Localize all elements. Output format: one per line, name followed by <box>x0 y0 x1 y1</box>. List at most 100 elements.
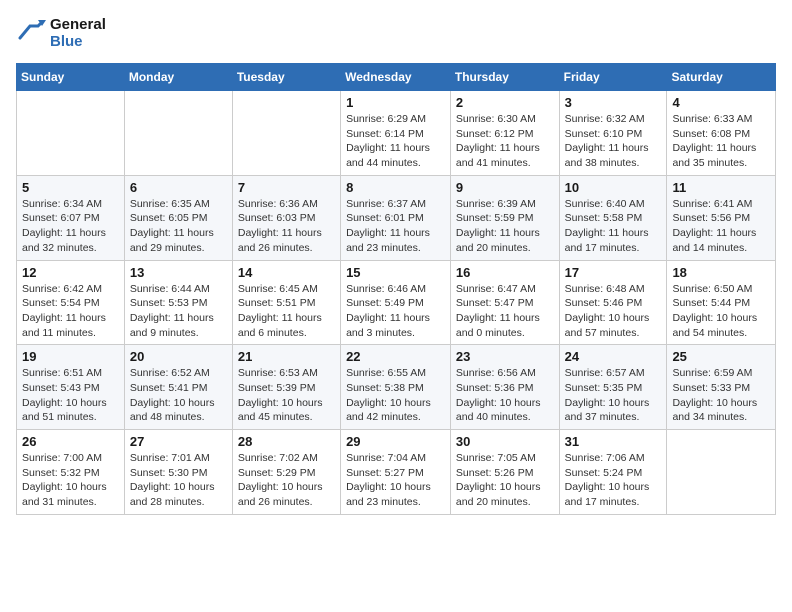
day-info: Sunrise: 7:01 AM Sunset: 5:30 PM Dayligh… <box>130 451 227 510</box>
header-friday: Friday <box>559 64 667 91</box>
header-saturday: Saturday <box>667 64 776 91</box>
day-info: Sunrise: 7:02 AM Sunset: 5:29 PM Dayligh… <box>238 451 335 510</box>
day-number: 25 <box>672 349 770 364</box>
day-info: Sunrise: 6:30 AM Sunset: 6:12 PM Dayligh… <box>456 112 554 171</box>
day-number: 26 <box>22 434 119 449</box>
calendar-cell: 26 Sunrise: 7:00 AM Sunset: 5:32 PM Dayli… <box>17 430 125 515</box>
logo-blue: Blue <box>50 34 106 51</box>
calendar-week-3: 12 Sunrise: 6:42 AM Sunset: 5:54 PM Dayli… <box>17 260 776 345</box>
day-number: 13 <box>130 265 227 280</box>
day-number: 17 <box>565 265 662 280</box>
day-info: Sunrise: 6:36 AM Sunset: 6:03 PM Dayligh… <box>238 197 335 256</box>
calendar-cell: 2 Sunrise: 6:30 AM Sunset: 6:12 PM Daylig… <box>450 91 559 176</box>
calendar-table: SundayMondayTuesdayWednesdayThursdayFrid… <box>16 63 776 515</box>
day-info: Sunrise: 7:05 AM Sunset: 5:26 PM Dayligh… <box>456 451 554 510</box>
day-info: Sunrise: 6:45 AM Sunset: 5:51 PM Dayligh… <box>238 282 335 341</box>
calendar-cell: 23 Sunrise: 6:56 AM Sunset: 5:36 PM Dayli… <box>450 345 559 430</box>
day-info: Sunrise: 6:32 AM Sunset: 6:10 PM Dayligh… <box>565 112 662 171</box>
day-info: Sunrise: 7:00 AM Sunset: 5:32 PM Dayligh… <box>22 451 119 510</box>
day-info: Sunrise: 6:39 AM Sunset: 5:59 PM Dayligh… <box>456 197 554 256</box>
calendar-cell: 16 Sunrise: 6:47 AM Sunset: 5:47 PM Dayli… <box>450 260 559 345</box>
day-number: 3 <box>565 95 662 110</box>
calendar-cell: 31Sunrise: 7:06 AM Sunset: 5:24 PM Dayli… <box>559 430 667 515</box>
day-info: Sunrise: 6:34 AM Sunset: 6:07 PM Dayligh… <box>22 197 119 256</box>
calendar-cell: 19 Sunrise: 6:51 AM Sunset: 5:43 PM Dayli… <box>17 345 125 430</box>
calendar-cell: 24 Sunrise: 6:57 AM Sunset: 5:35 PM Dayli… <box>559 345 667 430</box>
day-info: Sunrise: 6:51 AM Sunset: 5:43 PM Dayligh… <box>22 366 119 425</box>
day-number: 29 <box>346 434 445 449</box>
calendar-cell: 27 Sunrise: 7:01 AM Sunset: 5:30 PM Dayli… <box>124 430 232 515</box>
calendar-week-5: 26 Sunrise: 7:00 AM Sunset: 5:32 PM Dayli… <box>17 430 776 515</box>
day-number: 6 <box>130 180 227 195</box>
calendar-cell: 21Sunrise: 6:53 AM Sunset: 5:39 PM Dayli… <box>232 345 340 430</box>
day-info: Sunrise: 6:50 AM Sunset: 5:44 PM Dayligh… <box>672 282 770 341</box>
logo-graphic: General Blue <box>16 16 106 51</box>
day-info: Sunrise: 6:59 AM Sunset: 5:33 PM Dayligh… <box>672 366 770 425</box>
day-number: 20 <box>130 349 227 364</box>
header-monday: Monday <box>124 64 232 91</box>
calendar-cell: 6 Sunrise: 6:35 AM Sunset: 6:05 PM Daylig… <box>124 175 232 260</box>
day-number: 28 <box>238 434 335 449</box>
day-number: 30 <box>456 434 554 449</box>
day-number: 12 <box>22 265 119 280</box>
day-info: Sunrise: 6:33 AM Sunset: 6:08 PM Dayligh… <box>672 112 770 171</box>
calendar-cell <box>17 91 125 176</box>
logo-svg <box>16 16 46 46</box>
day-number: 7 <box>238 180 335 195</box>
calendar-cell: 7 Sunrise: 6:36 AM Sunset: 6:03 PM Daylig… <box>232 175 340 260</box>
calendar-cell: 18Sunrise: 6:50 AM Sunset: 5:44 PM Dayli… <box>667 260 776 345</box>
day-number: 1 <box>346 95 445 110</box>
header-wednesday: Wednesday <box>341 64 451 91</box>
header-thursday: Thursday <box>450 64 559 91</box>
day-number: 9 <box>456 180 554 195</box>
day-number: 23 <box>456 349 554 364</box>
calendar-week-4: 19 Sunrise: 6:51 AM Sunset: 5:43 PM Dayli… <box>17 345 776 430</box>
day-number: 22 <box>346 349 445 364</box>
day-number: 8 <box>346 180 445 195</box>
calendar-cell: 1 Sunrise: 6:29 AM Sunset: 6:14 PM Daylig… <box>341 91 451 176</box>
calendar-cell: 14 Sunrise: 6:45 AM Sunset: 5:51 PM Dayli… <box>232 260 340 345</box>
calendar-cell: 11Sunrise: 6:41 AM Sunset: 5:56 PM Dayli… <box>667 175 776 260</box>
calendar-cell: 10 Sunrise: 6:40 AM Sunset: 5:58 PM Dayli… <box>559 175 667 260</box>
calendar-cell: 3 Sunrise: 6:32 AM Sunset: 6:10 PM Daylig… <box>559 91 667 176</box>
calendar-cell: 20Sunrise: 6:52 AM Sunset: 5:41 PM Dayli… <box>124 345 232 430</box>
day-number: 21 <box>238 349 335 364</box>
day-info: Sunrise: 6:42 AM Sunset: 5:54 PM Dayligh… <box>22 282 119 341</box>
calendar-cell: 22Sunrise: 6:55 AM Sunset: 5:38 PM Dayli… <box>341 345 451 430</box>
calendar-cell: 9 Sunrise: 6:39 AM Sunset: 5:59 PM Daylig… <box>450 175 559 260</box>
logo-general: General <box>50 17 106 34</box>
calendar-header-row: SundayMondayTuesdayWednesdayThursdayFrid… <box>17 64 776 91</box>
day-number: 5 <box>22 180 119 195</box>
day-number: 15 <box>346 265 445 280</box>
day-number: 27 <box>130 434 227 449</box>
day-info: Sunrise: 6:57 AM Sunset: 5:35 PM Dayligh… <box>565 366 662 425</box>
day-number: 24 <box>565 349 662 364</box>
day-info: Sunrise: 6:44 AM Sunset: 5:53 PM Dayligh… <box>130 282 227 341</box>
calendar-cell <box>667 430 776 515</box>
day-number: 2 <box>456 95 554 110</box>
day-number: 10 <box>565 180 662 195</box>
day-number: 16 <box>456 265 554 280</box>
day-info: Sunrise: 6:37 AM Sunset: 6:01 PM Dayligh… <box>346 197 445 256</box>
calendar-cell: 30 Sunrise: 7:05 AM Sunset: 5:26 PM Dayli… <box>450 430 559 515</box>
day-info: Sunrise: 7:04 AM Sunset: 5:27 PM Dayligh… <box>346 451 445 510</box>
day-info: Sunrise: 6:29 AM Sunset: 6:14 PM Dayligh… <box>346 112 445 171</box>
day-info: Sunrise: 6:35 AM Sunset: 6:05 PM Dayligh… <box>130 197 227 256</box>
calendar-cell: 12 Sunrise: 6:42 AM Sunset: 5:54 PM Dayli… <box>17 260 125 345</box>
day-info: Sunrise: 6:46 AM Sunset: 5:49 PM Dayligh… <box>346 282 445 341</box>
calendar-cell <box>232 91 340 176</box>
calendar-week-1: 1 Sunrise: 6:29 AM Sunset: 6:14 PM Daylig… <box>17 91 776 176</box>
day-info: Sunrise: 6:40 AM Sunset: 5:58 PM Dayligh… <box>565 197 662 256</box>
calendar-week-2: 5 Sunrise: 6:34 AM Sunset: 6:07 PM Daylig… <box>17 175 776 260</box>
calendar-cell: 29 Sunrise: 7:04 AM Sunset: 5:27 PM Dayli… <box>341 430 451 515</box>
day-info: Sunrise: 6:47 AM Sunset: 5:47 PM Dayligh… <box>456 282 554 341</box>
calendar-cell: 25 Sunrise: 6:59 AM Sunset: 5:33 PM Dayli… <box>667 345 776 430</box>
calendar-cell <box>124 91 232 176</box>
day-number: 14 <box>238 265 335 280</box>
page-header: General Blue <box>16 16 776 51</box>
calendar-cell: 5 Sunrise: 6:34 AM Sunset: 6:07 PM Daylig… <box>17 175 125 260</box>
calendar-cell: 13 Sunrise: 6:44 AM Sunset: 5:53 PM Dayli… <box>124 260 232 345</box>
day-info: Sunrise: 6:56 AM Sunset: 5:36 PM Dayligh… <box>456 366 554 425</box>
day-number: 11 <box>672 180 770 195</box>
day-number: 19 <box>22 349 119 364</box>
